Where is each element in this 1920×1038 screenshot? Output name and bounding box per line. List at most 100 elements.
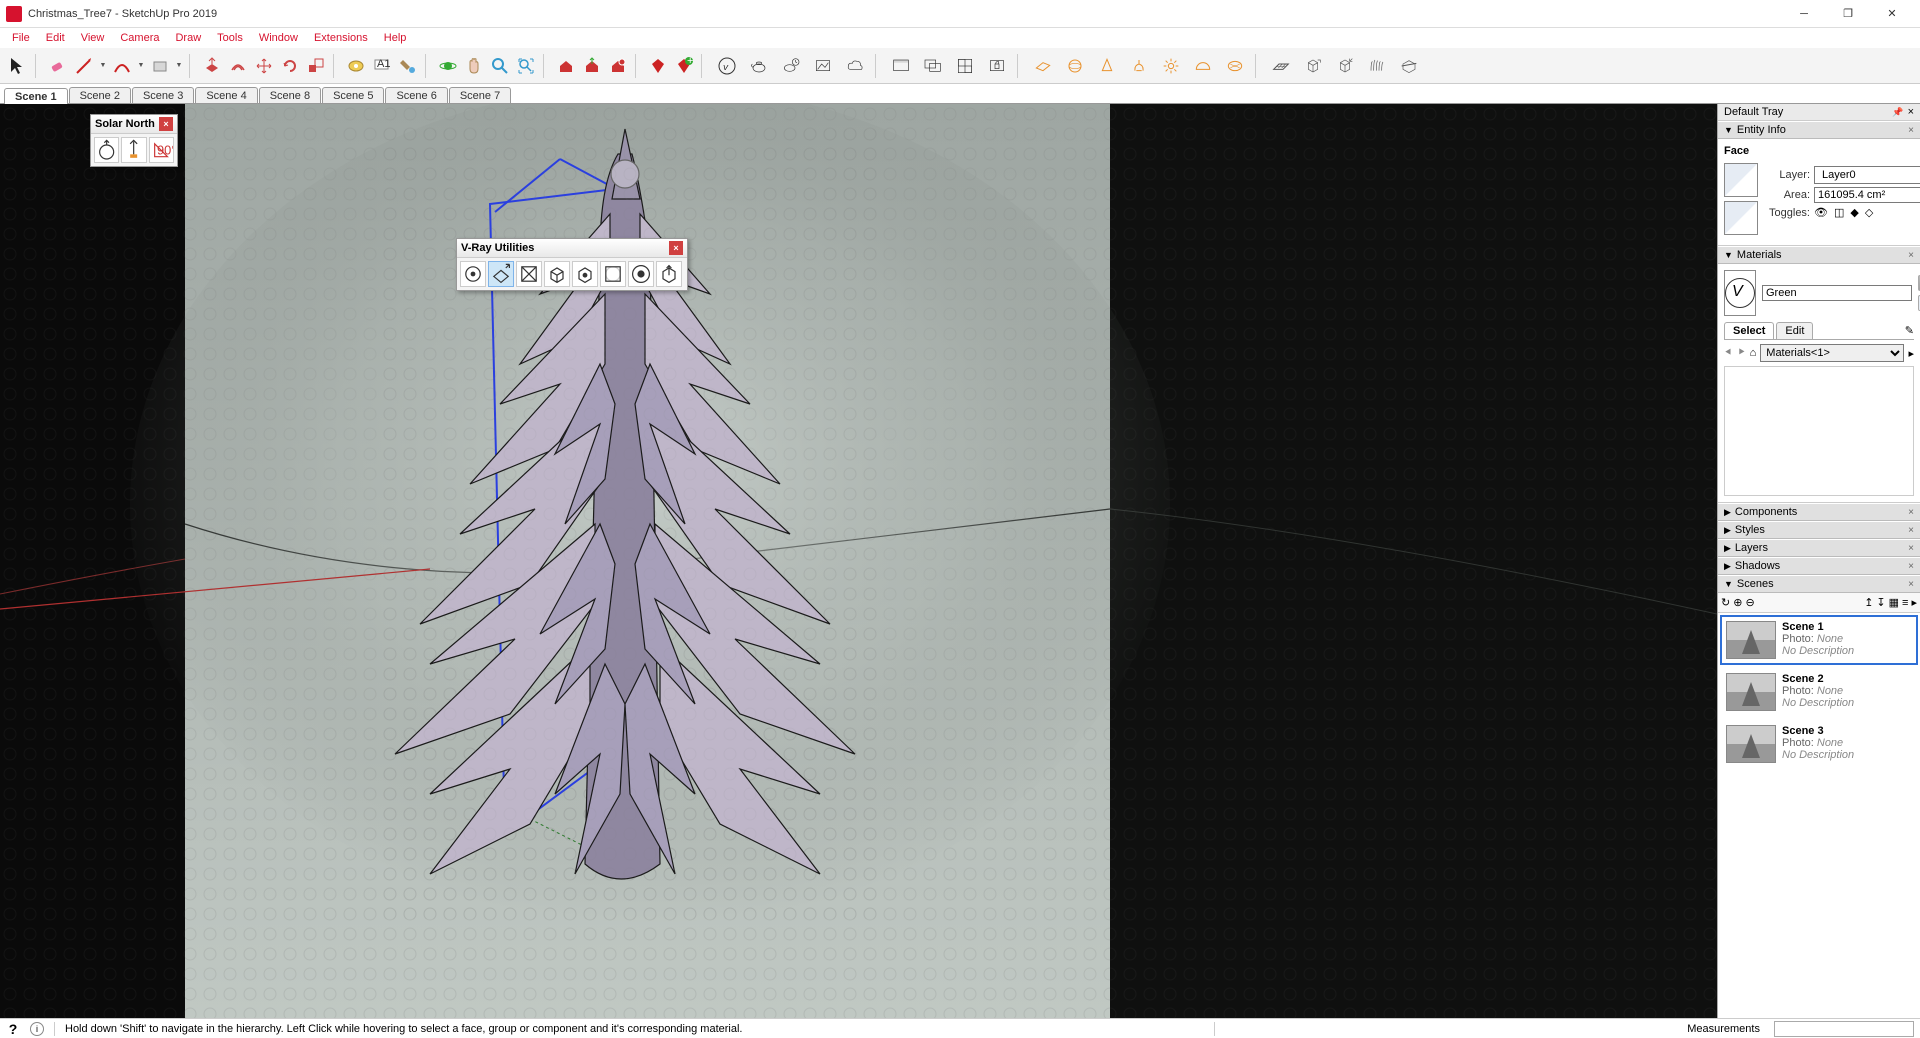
vray-plane-light-icon[interactable] <box>1028 51 1058 81</box>
tray-pin-icon[interactable]: 📌 <box>1892 107 1903 118</box>
vray-teapot-clock-icon[interactable] <box>776 51 806 81</box>
layer-select[interactable]: Layer0 <box>1814 166 1920 184</box>
mat-home-icon[interactable]: ⌂ <box>1750 347 1757 359</box>
vray-utilities-toolbar[interactable]: V-Ray Utilities× <box>456 238 688 291</box>
offset-tool-icon[interactable] <box>226 54 250 78</box>
scene-detail-icon[interactable]: ▸ <box>1911 596 1917 609</box>
styles-header[interactable]: ▶Styles× <box>1718 521 1920 539</box>
scene-refresh-icon[interactable]: ↻ <box>1721 596 1730 609</box>
solar-north-angle-icon[interactable]: 90° <box>149 137 174 163</box>
vray-fur-icon[interactable] <box>1362 51 1392 81</box>
shape-dropdown-icon[interactable]: ▼ <box>174 54 184 78</box>
menu-help[interactable]: Help <box>376 30 415 46</box>
vray-fb-channels-icon[interactable] <box>918 51 948 81</box>
scene-tab-6[interactable]: Scene 6 <box>385 87 447 103</box>
pushpull-tool-icon[interactable] <box>200 54 224 78</box>
vray-infinite-plane-icon[interactable] <box>1266 51 1296 81</box>
menu-edit[interactable]: Edit <box>38 30 73 46</box>
vray-spot-light-icon[interactable] <box>1092 51 1122 81</box>
vray-ies-light-icon[interactable] <box>1124 51 1154 81</box>
scene-tab-8[interactable]: Scene 8 <box>259 87 321 103</box>
menu-window[interactable]: Window <box>251 30 306 46</box>
ruby-icon[interactable] <box>646 54 670 78</box>
materials-close-icon[interactable]: × <box>1908 250 1914 261</box>
scene-tab-5[interactable]: Scene 5 <box>322 87 384 103</box>
scene-menu-icon[interactable]: ≡ <box>1902 597 1908 609</box>
toggle-hidden-icon[interactable]: 👁 <box>1814 206 1828 219</box>
minimize-button[interactable]: ─ <box>1782 0 1826 28</box>
warehouse-red-icon[interactable] <box>554 54 578 78</box>
scene-list[interactable]: Scene 1 Photo: None No Description Scene… <box>1718 613 1920 1018</box>
orbit-tool-icon[interactable] <box>436 54 460 78</box>
vray-mesh-light-icon[interactable] <box>1220 51 1250 81</box>
toggle-shadow-icon[interactable]: ◆ <box>1850 206 1858 219</box>
vray-clipper-icon[interactable] <box>1394 51 1424 81</box>
scale-tool-icon[interactable] <box>304 54 328 78</box>
scene-remove-icon[interactable]: ⊖ <box>1745 596 1754 609</box>
materials-tab-edit[interactable]: Edit <box>1776 322 1813 339</box>
vray-util-8-icon[interactable] <box>656 261 682 287</box>
scene-move-up-icon[interactable]: ↥ <box>1864 596 1873 609</box>
scene-item-3[interactable]: Scene 3 Photo: None No Description <box>1720 719 1918 769</box>
vray-sphere-light-icon[interactable] <box>1060 51 1090 81</box>
back-material-swatch[interactable] <box>1724 201 1758 235</box>
eraser-tool-icon[interactable] <box>46 54 70 78</box>
vray-fb-icon[interactable] <box>886 51 916 81</box>
vray-util-7-icon[interactable] <box>628 261 654 287</box>
scene-view-icon[interactable]: ▦ <box>1889 596 1899 609</box>
entity-info-header[interactable]: ▼Entity Info× <box>1718 121 1920 139</box>
current-material-swatch[interactable] <box>1724 270 1756 316</box>
layers-header[interactable]: ▶Layers× <box>1718 539 1920 557</box>
solar-north-set-icon[interactable] <box>121 137 146 163</box>
scene-item-1[interactable]: Scene 1 Photo: None No Description <box>1720 615 1918 665</box>
warehouse-ext-icon[interactable] <box>606 54 630 78</box>
sample-paint-icon[interactable]: ✎ <box>1905 324 1914 337</box>
line-tool-icon[interactable] <box>72 54 96 78</box>
scene-move-down-icon[interactable]: ↧ <box>1876 596 1885 609</box>
vray-util-2-icon[interactable] <box>488 261 514 287</box>
mat-menu-icon[interactable]: ▸ <box>1908 347 1914 360</box>
components-header[interactable]: ▶Components× <box>1718 503 1920 521</box>
vray-utilities-close-icon[interactable]: × <box>669 241 683 255</box>
solar-north-toolbar[interactable]: Solar North× 90° <box>90 114 178 167</box>
menu-camera[interactable]: Camera <box>112 30 167 46</box>
vray-proxy-export-icon[interactable] <box>1298 51 1328 81</box>
warehouse-arrow-icon[interactable] <box>580 54 604 78</box>
move-tool-icon[interactable] <box>252 54 276 78</box>
arc-dropdown-icon[interactable]: ▼ <box>136 54 146 78</box>
arc-tool-icon[interactable] <box>110 54 134 78</box>
scene-tab-3[interactable]: Scene 3 <box>132 87 194 103</box>
vray-render-icon[interactable]: V <box>712 51 742 81</box>
menu-draw[interactable]: Draw <box>167 30 209 46</box>
select-tool-icon[interactable] <box>6 54 30 78</box>
materials-header[interactable]: ▼Materials× <box>1718 246 1920 264</box>
tray-close-icon[interactable]: × <box>1908 106 1914 118</box>
mat-fwd-icon[interactable]: ⯈ <box>1737 347 1746 360</box>
maximize-button[interactable]: ❐ <box>1826 0 1870 28</box>
vray-util-6-icon[interactable] <box>600 261 626 287</box>
vray-util-1-icon[interactable] <box>460 261 486 287</box>
menu-extensions[interactable]: Extensions <box>306 30 376 46</box>
vray-dome-light-icon[interactable] <box>1188 51 1218 81</box>
info-icon[interactable]: i <box>30 1022 44 1036</box>
material-name-field[interactable] <box>1762 285 1912 301</box>
paint-tool-icon[interactable] <box>396 54 420 78</box>
scenes-header[interactable]: ▼Scenes× <box>1718 575 1920 593</box>
tape-tool-icon[interactable] <box>344 54 368 78</box>
menu-view[interactable]: View <box>73 30 113 46</box>
vray-batch-icon[interactable] <box>950 51 980 81</box>
entity-info-close-icon[interactable]: × <box>1908 125 1914 136</box>
scene-tab-2[interactable]: Scene 2 <box>69 87 131 103</box>
toggle-soft-icon[interactable]: ◫ <box>1834 206 1844 219</box>
vray-util-4-icon[interactable] <box>544 261 570 287</box>
vray-proxy-import-icon[interactable] <box>1330 51 1360 81</box>
vray-cloud-icon[interactable] <box>840 51 870 81</box>
close-button[interactable]: ✕ <box>1870 0 1914 28</box>
menu-tools[interactable]: Tools <box>209 30 251 46</box>
scene-tab-4[interactable]: Scene 4 <box>195 87 257 103</box>
rotate-tool-icon[interactable] <box>278 54 302 78</box>
scene-item-2[interactable]: Scene 2 Photo: None No Description <box>1720 667 1918 717</box>
vray-viewport-icon[interactable] <box>808 51 838 81</box>
vray-util-5-icon[interactable] <box>572 261 598 287</box>
menu-file[interactable]: File <box>4 30 38 46</box>
